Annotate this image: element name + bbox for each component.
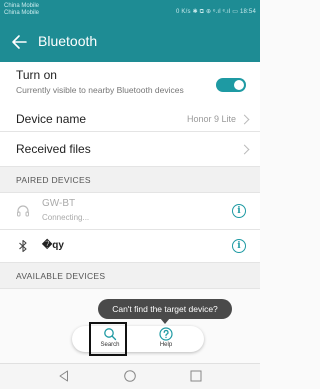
help-tooltip: Can't find the target device?: [98, 299, 232, 319]
search-highlight: [89, 322, 127, 356]
back-arrow-icon[interactable]: [8, 31, 30, 53]
paired-devices-header: PAIRED DEVICES: [0, 167, 260, 193]
device-name-value: Honor 9 Lite: [186, 114, 236, 124]
turn-on-row[interactable]: Turn on Currently visible to nearby Blue…: [0, 62, 260, 108]
device-name: �qy: [42, 240, 64, 251]
help-button[interactable]: Help: [146, 326, 186, 352]
help-icon: [159, 327, 173, 341]
navigation-bar: [0, 363, 260, 389]
received-files-row[interactable]: Received files: [0, 132, 260, 167]
paired-device-item[interactable]: �qy i: [0, 230, 260, 263]
available-devices-title: AVAILABLE DEVICES: [16, 271, 106, 281]
info-icon[interactable]: i: [232, 204, 246, 218]
available-devices-header: AVAILABLE DEVICES: [0, 263, 260, 289]
app-bar: Bluetooth: [0, 23, 260, 62]
device-status: Connecting...: [42, 213, 90, 222]
paired-device-item[interactable]: GW-BT Connecting... i: [0, 193, 260, 230]
info-icon[interactable]: i: [232, 239, 246, 253]
turn-on-label: Turn on: [16, 68, 57, 82]
device-name-label: Device name: [16, 112, 87, 126]
recents-nav-icon[interactable]: [189, 369, 203, 383]
status-bar: China Mobile China Mobile 0 K/s ✱ ⧉ ⊕ ᵉ.…: [0, 0, 260, 23]
page-title: Bluetooth: [38, 33, 98, 49]
chevron-right-icon: [239, 114, 250, 125]
status-indicators: 0 K/s ✱ ⧉ ⊕ ᵉ.ıl ᵉ.ıl ▭ 18:54: [176, 9, 256, 15]
bluetooth-icon: [19, 239, 27, 253]
home-nav-icon[interactable]: [123, 369, 137, 383]
visibility-subtitle: Currently visible to nearby Bluetooth de…: [16, 85, 184, 95]
device-name-row[interactable]: Device name Honor 9 Lite: [0, 107, 260, 132]
carrier-info: China Mobile China Mobile: [4, 3, 39, 17]
received-files-label: Received files: [16, 142, 91, 156]
bluetooth-toggle[interactable]: [216, 78, 246, 92]
toggle-knob: [234, 80, 244, 90]
help-label: Help: [159, 342, 173, 348]
chevron-right-icon: [239, 144, 250, 155]
carrier-line-2: China Mobile: [4, 10, 40, 16]
tooltip-arrow: [160, 318, 170, 324]
back-nav-icon[interactable]: [57, 369, 71, 383]
carrier-line-1: China Mobile: [4, 3, 40, 9]
headset-icon: [17, 205, 29, 217]
device-name: GW-BT: [42, 198, 76, 209]
paired-devices-title: PAIRED DEVICES: [16, 175, 91, 185]
